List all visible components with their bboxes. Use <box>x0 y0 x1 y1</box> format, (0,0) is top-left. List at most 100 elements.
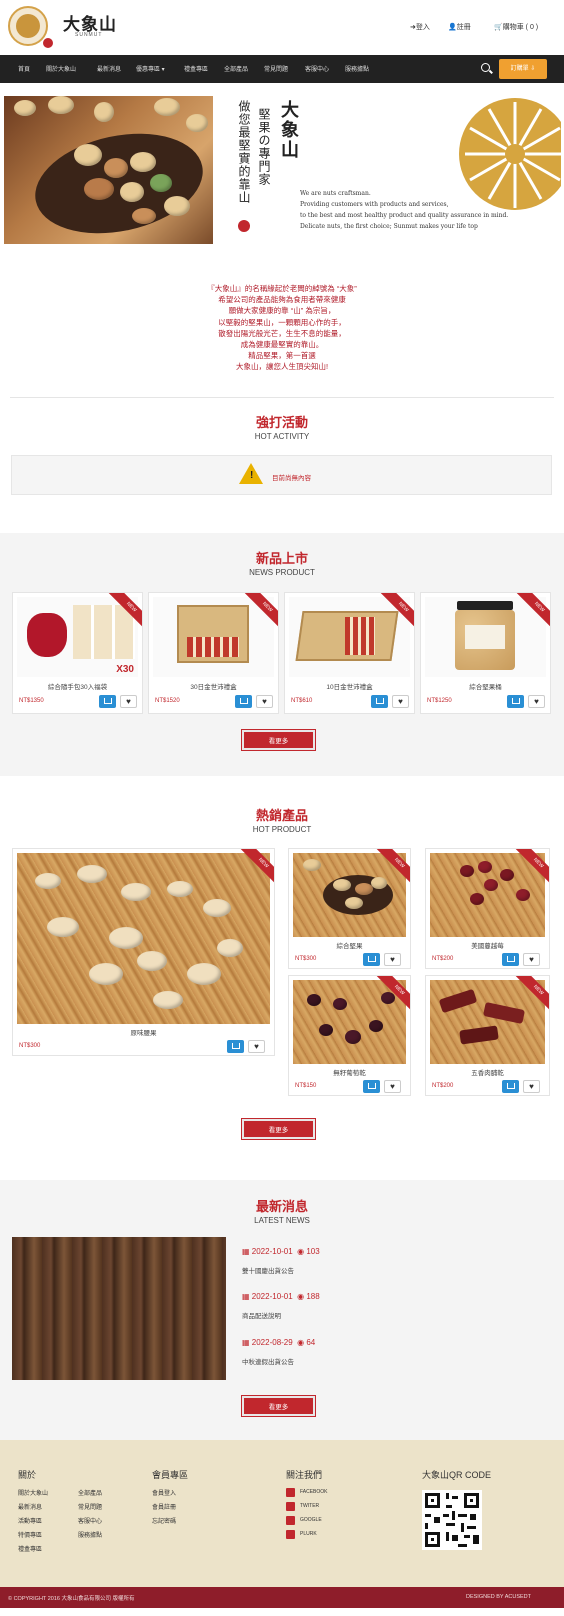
footer-link[interactable]: 忘記密碼 <box>152 1516 176 1525</box>
footer-link[interactable]: 特價專區 <box>18 1530 42 1539</box>
news-more-button[interactable]: 看更多 <box>241 1395 316 1417</box>
product-image[interactable] <box>293 980 406 1064</box>
nav-item-locations[interactable]: 服務據點 <box>345 64 369 73</box>
product-image[interactable] <box>289 597 410 677</box>
footer-link[interactable]: 客服中心 <box>78 1516 102 1525</box>
product-card[interactable]: NEW 30日金世沛禮盒 NT$1520 ♥ <box>148 592 279 714</box>
favorite-heart-icon[interactable]: ♥ <box>256 695 273 708</box>
nav-item-service[interactable]: 客服中心 <box>305 64 329 73</box>
hero-english-text: We are nuts craftsman. Providing custome… <box>300 188 508 232</box>
designed-by-text: DESIGNED BY ACUSEDT <box>466 1594 531 1600</box>
product-name[interactable]: 30日金世沛禮盒 <box>149 681 278 691</box>
news-views: 103 <box>306 1247 320 1256</box>
footer-link[interactable]: 最新消息 <box>18 1502 42 1511</box>
order-form-button[interactable]: 訂購單 ⇩ <box>499 59 547 79</box>
google-icon[interactable] <box>286 1516 295 1525</box>
product-name[interactable]: 綜合堅果 <box>289 940 410 950</box>
cart-link[interactable]: 🛒購物車 ( 0 ) <box>494 22 538 32</box>
add-to-cart-button[interactable] <box>227 1040 244 1053</box>
favorite-heart-icon[interactable]: ♥ <box>384 1080 401 1093</box>
footer-link[interactable]: 服務據點 <box>78 1530 102 1539</box>
news-wood-image[interactable] <box>12 1237 226 1380</box>
product-card[interactable]: X30 NEW 綜合隨手包30入福袋 NT$1350 ♥ <box>12 592 143 714</box>
favorite-heart-icon[interactable]: ♥ <box>248 1040 265 1053</box>
add-to-cart-button[interactable] <box>502 1080 519 1093</box>
gift-box-packs <box>345 617 375 655</box>
new-products-more-button[interactable]: 看更多 <box>241 729 316 751</box>
add-to-cart-button[interactable] <box>363 953 380 966</box>
product-image[interactable] <box>17 853 270 1024</box>
product-image[interactable] <box>430 853 545 937</box>
favorite-heart-icon[interactable]: ♥ <box>120 695 137 708</box>
product-card[interactable]: NEW 綜合堅果 NT$300 ♥ <box>288 848 411 969</box>
product-name[interactable]: 五香肉脯乾 <box>426 1067 549 1077</box>
favorite-heart-icon[interactable]: ♥ <box>392 695 409 708</box>
logo-emblem-icon[interactable] <box>8 6 48 46</box>
news-title-link[interactable]: 商品配送說明 <box>242 1310 281 1320</box>
featured-product-card[interactable]: NEW 原味腰果 NT$300 ♥ <box>12 848 275 1056</box>
product-image[interactable] <box>425 597 546 677</box>
footer-qr-head: 大象山QR CODE <box>422 1470 492 1480</box>
favorite-heart-icon[interactable]: ♥ <box>523 1080 540 1093</box>
product-image[interactable]: X30 <box>17 597 138 677</box>
add-to-cart-button[interactable] <box>371 695 388 708</box>
plurk-icon[interactable] <box>286 1530 295 1539</box>
hero-slogan-2: 做您最堅實的靠山 <box>237 100 251 204</box>
nav-item-home[interactable]: 首頁 <box>18 64 30 73</box>
product-price: NT$1520 <box>155 698 180 704</box>
product-name[interactable]: 綜合隨手包30入福袋 <box>13 681 142 691</box>
add-to-cart-button[interactable] <box>507 695 524 708</box>
calendar-icon: ▦ <box>242 1338 252 1347</box>
about-line: 精品堅果，第一首選 <box>248 351 316 361</box>
product-image[interactable] <box>153 597 274 677</box>
footer-link[interactable]: 會員註冊 <box>152 1502 176 1511</box>
news-title-link[interactable]: 中秋連假出貨公告 <box>242 1356 294 1366</box>
product-price: NT$200 <box>432 956 454 962</box>
hero-nuts-image <box>4 96 213 244</box>
nav-item-giftbox[interactable]: 禮盒專區 <box>184 64 208 73</box>
product-card[interactable]: NEW 10日金世沛禮盒 NT$610 ♥ <box>284 592 415 714</box>
social-link[interactable]: TWITER <box>300 1503 319 1509</box>
product-name[interactable]: 綜合堅果桶 <box>421 681 550 691</box>
product-price: NT$300 <box>295 956 317 962</box>
product-image[interactable] <box>430 980 545 1064</box>
nav-item-promo[interactable]: 優惠專區 ▾ <box>136 64 165 73</box>
nav-item-news[interactable]: 最新消息 <box>97 64 121 73</box>
product-card[interactable]: NEW 無籽葡萄乾 NT$150 ♥ <box>288 975 411 1096</box>
footer-link[interactable]: 常見問題 <box>78 1502 102 1511</box>
login-link[interactable]: ➜登入 <box>410 22 430 32</box>
favorite-heart-icon[interactable]: ♥ <box>528 695 545 708</box>
footer-link[interactable]: 關於大象山 <box>18 1488 48 1497</box>
product-image[interactable] <box>293 853 406 937</box>
favorite-heart-icon[interactable]: ♥ <box>384 953 401 966</box>
add-to-cart-button[interactable] <box>363 1080 380 1093</box>
hot-products-more-button[interactable]: 看更多 <box>241 1118 316 1140</box>
product-card[interactable]: NEW 綜合堅果桶 NT$1250 ♥ <box>420 592 551 714</box>
add-to-cart-button[interactable] <box>502 953 519 966</box>
facebook-icon[interactable] <box>286 1488 295 1497</box>
search-icon[interactable] <box>481 63 490 72</box>
register-link[interactable]: 👤註冊 <box>448 22 471 32</box>
product-card[interactable]: NEW 五香肉脯乾 NT$200 ♥ <box>425 975 550 1096</box>
product-name[interactable]: 10日金世沛禮盒 <box>285 681 414 691</box>
social-link[interactable]: PLURK <box>300 1531 317 1537</box>
product-name[interactable]: 美國蔓越莓 <box>426 940 549 950</box>
footer-link[interactable]: 活動專區 <box>18 1516 42 1525</box>
social-link[interactable]: GOOGLE <box>300 1517 322 1523</box>
nav-item-products[interactable]: 全部產品 <box>224 64 248 73</box>
footer-link[interactable]: 全部產品 <box>78 1488 102 1497</box>
add-to-cart-button[interactable] <box>235 695 252 708</box>
news-title-link[interactable]: 雙十國慶出貨公告 <box>242 1265 294 1275</box>
jerky-shape <box>482 1001 526 1025</box>
footer-link[interactable]: 會員登入 <box>152 1488 176 1497</box>
twitter-icon[interactable] <box>286 1502 295 1511</box>
footer-link[interactable]: 禮盒專區 <box>18 1544 42 1553</box>
add-to-cart-button[interactable] <box>99 695 116 708</box>
product-card[interactable]: NEW 美國蔓越莓 NT$200 ♥ <box>425 848 550 969</box>
product-name[interactable]: 原味腰果 <box>13 1027 274 1037</box>
social-link[interactable]: FACEBOOK <box>300 1489 328 1495</box>
product-name[interactable]: 無籽葡萄乾 <box>289 1067 410 1077</box>
nav-item-about[interactable]: 關於大象山 <box>46 64 76 73</box>
favorite-heart-icon[interactable]: ♥ <box>523 953 540 966</box>
nav-item-faq[interactable]: 常見問題 <box>264 64 288 73</box>
